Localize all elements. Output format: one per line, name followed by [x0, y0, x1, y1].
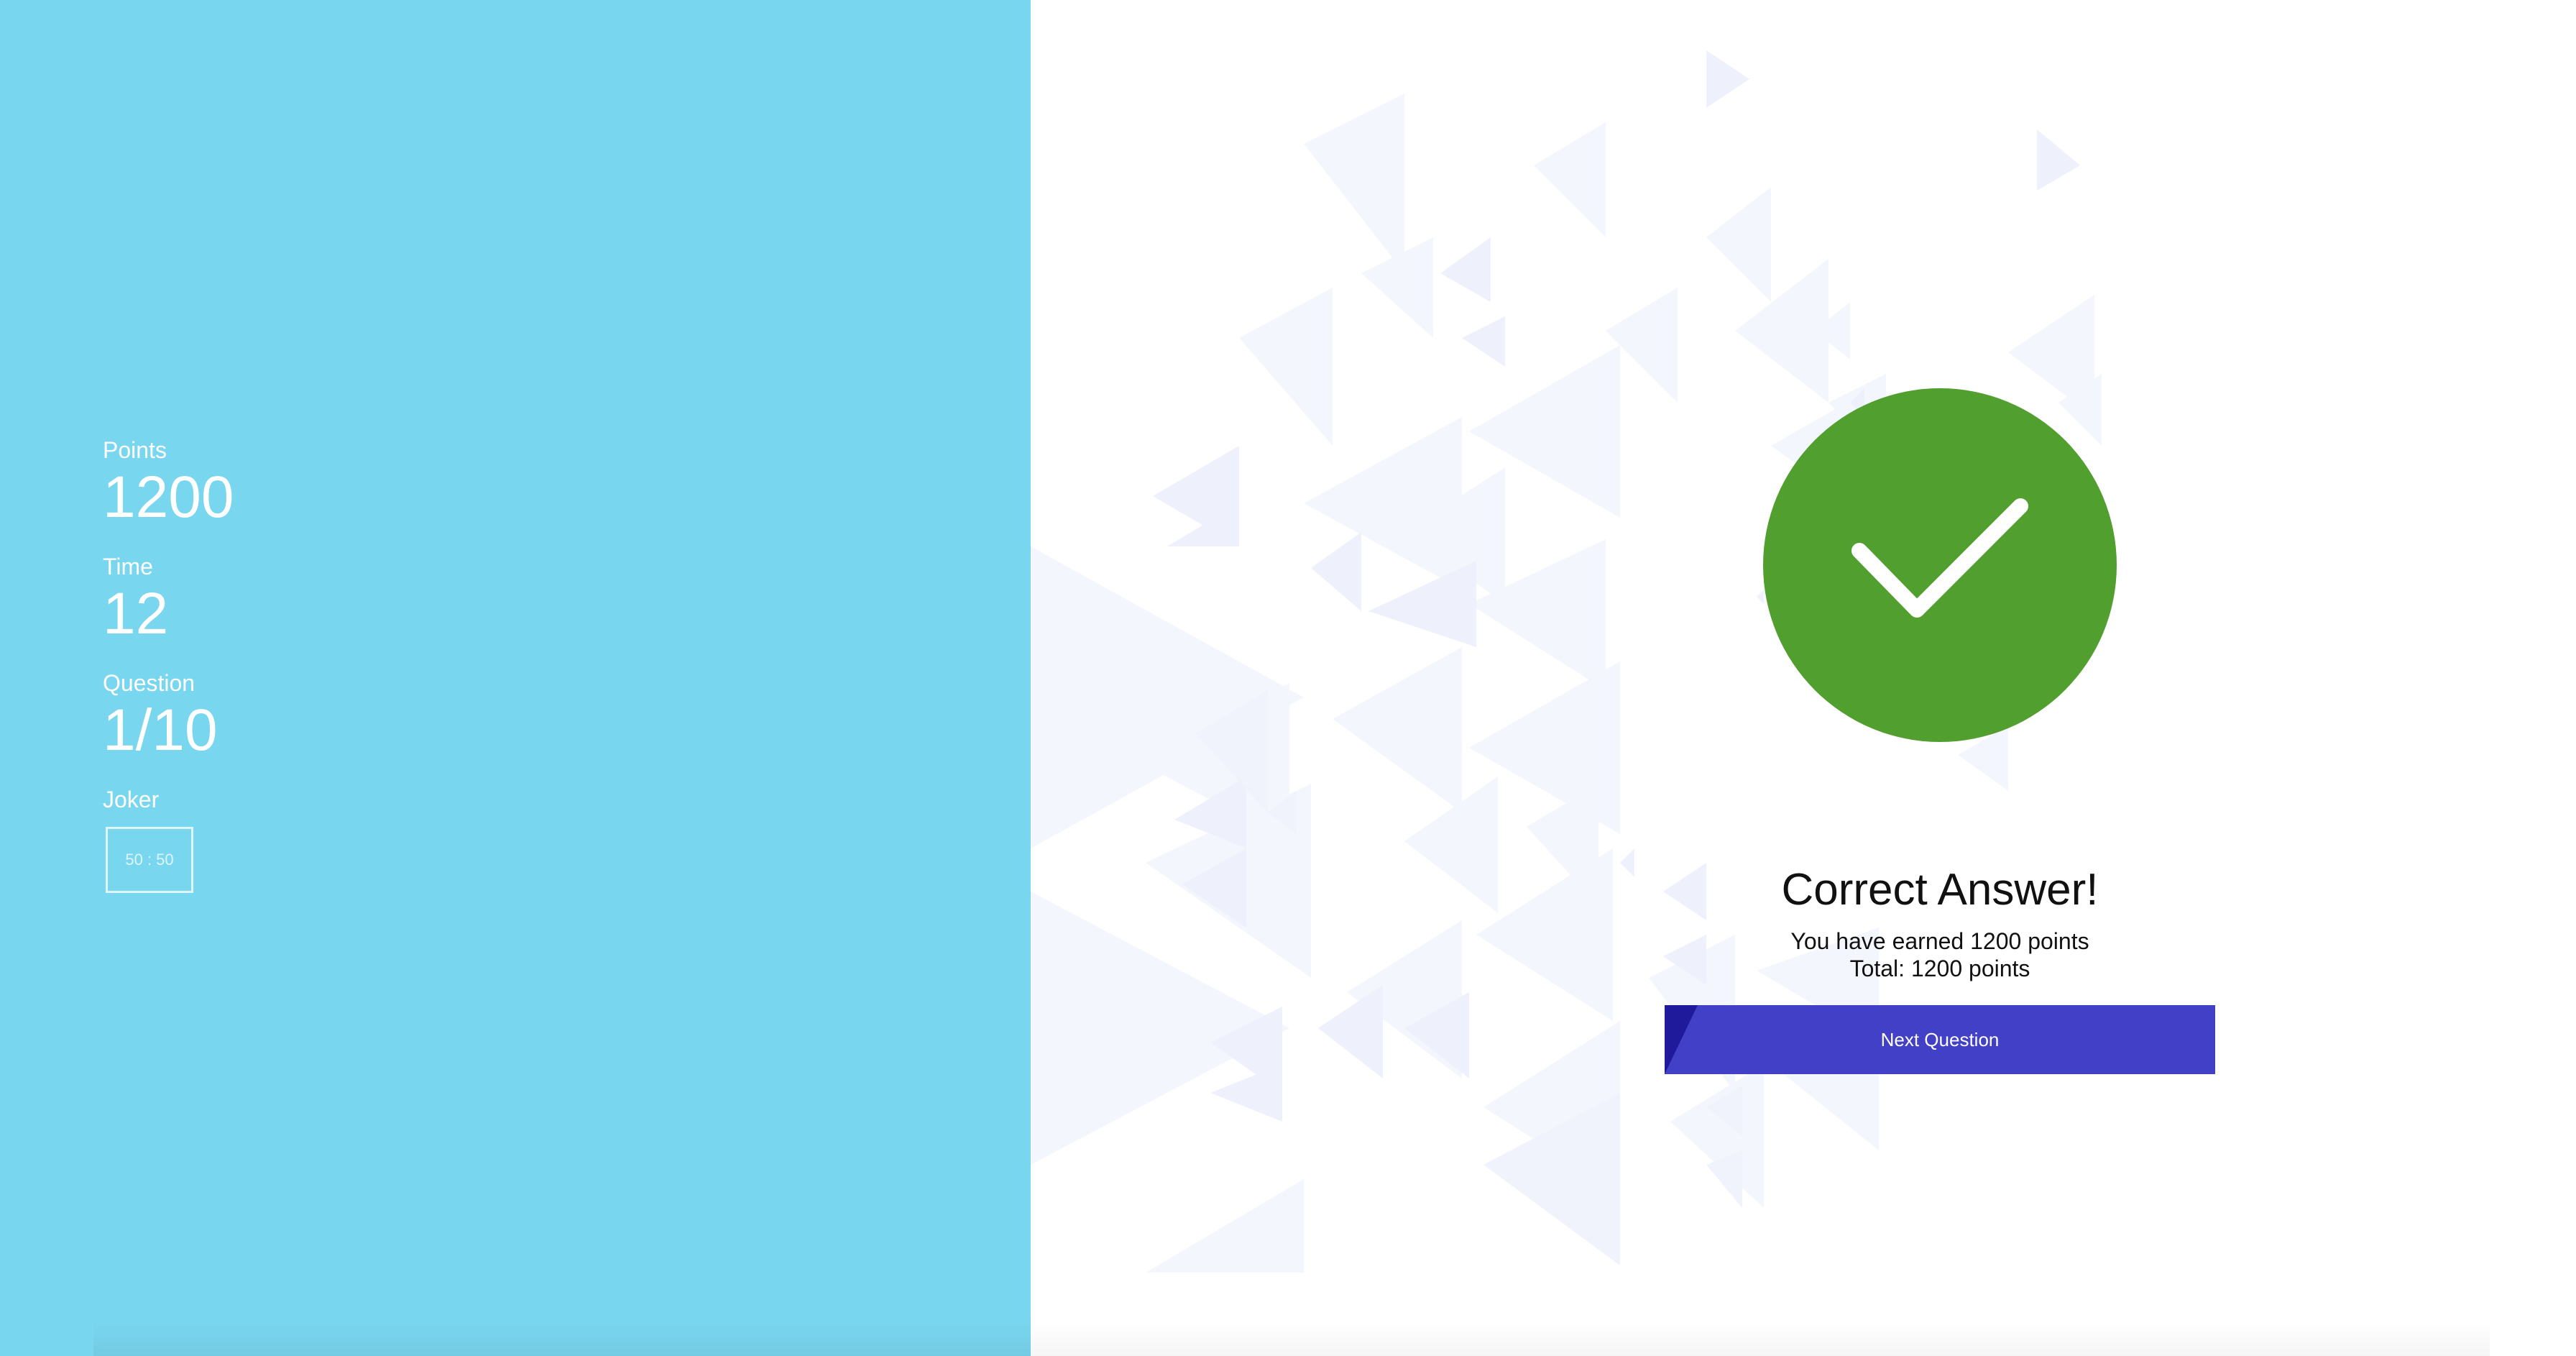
- answer-result: Correct Answer! You have earned 1200 poi…: [1527, 388, 2353, 1074]
- stats-sidebar: Points 1200 Time 12 Question 1/10 Joker …: [0, 0, 1031, 1356]
- quiz-page: Points 1200 Time 12 Question 1/10 Joker …: [0, 0, 2576, 1356]
- checkmark-icon: [1852, 498, 2028, 618]
- points-label: Points: [103, 437, 167, 463]
- total-line: Total: 1200 points: [1849, 956, 2030, 981]
- next-question-button[interactable]: Next Question: [1665, 1005, 2215, 1074]
- result-title: Correct Answer!: [1781, 865, 2099, 915]
- joker-50-50-button[interactable]: 50 : 50: [106, 827, 193, 893]
- stats-panel: Points 1200 Time 12 Question 1/10 Joker …: [103, 436, 234, 893]
- joker-label: Joker: [103, 787, 160, 812]
- time-value: 12: [103, 581, 169, 646]
- main-bottom-shadow: [1031, 1320, 2490, 1356]
- success-circle: [1763, 388, 2117, 742]
- question-label: Question: [103, 670, 196, 696]
- earned-line: You have earned 1200 points: [1790, 928, 2089, 954]
- points-value: 1200: [103, 464, 234, 530]
- time-label: Time: [103, 554, 153, 579]
- button-accent-corner: [1665, 1005, 1698, 1074]
- result-area: Correct Answer! You have earned 1200 poi…: [1031, 0, 2576, 1356]
- question-value: 1/10: [103, 697, 218, 763]
- sidebar-bottom-shadow: [93, 1320, 1031, 1356]
- next-question-label: Next Question: [1880, 1028, 2000, 1050]
- points-earned-text: You have earned 1200 points Total: 1200 …: [1790, 927, 2089, 982]
